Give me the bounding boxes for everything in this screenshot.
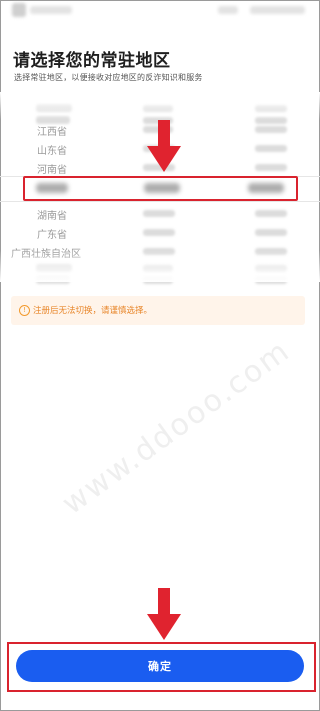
status-bar <box>0 0 320 30</box>
province-option[interactable]: 湖南省 <box>37 207 67 222</box>
province-option[interactable]: 广东省 <box>37 226 67 241</box>
page-title: 请选择您的常驻地区 <box>13 51 171 71</box>
province-option[interactable]: 江西省 <box>37 123 67 138</box>
notice-text: 注册后无法切换，请谨慎选择。 <box>33 306 153 316</box>
picker-fade-top <box>0 92 320 120</box>
arrow-down-icon <box>147 120 181 172</box>
info-icon: ! <box>19 305 30 316</box>
confirm-button[interactable]: 确定 <box>16 650 304 682</box>
province-option[interactable]: 山东省 <box>37 142 67 157</box>
arrow-down-icon <box>147 588 181 640</box>
notice-banner: ! 注册后无法切换，请谨慎选择。 <box>11 296 305 325</box>
selected-row-highlight <box>23 176 298 201</box>
page-subtitle: 选择常驻地区，以便接收对应地区的反诈知识和服务 <box>14 73 203 82</box>
province-option[interactable]: 河南省 <box>37 161 67 176</box>
picker-fade-bottom <box>0 250 320 282</box>
